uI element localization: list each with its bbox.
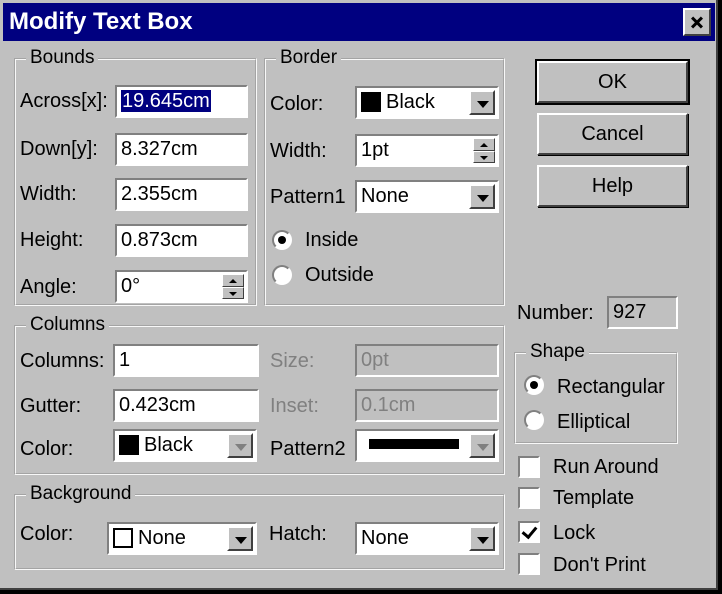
hatch-label: Hatch:	[269, 523, 327, 545]
columns-color-label: Color:	[20, 438, 74, 460]
background-color-select[interactable]: None	[107, 522, 257, 555]
outside-label[interactable]: Outside	[305, 263, 374, 287]
lock-checkbox[interactable]	[518, 521, 540, 543]
number-field: 927	[607, 296, 678, 329]
background-color-label: Color:	[20, 523, 74, 545]
width-input[interactable]: 2.355cm	[115, 178, 248, 211]
chevron-down-icon[interactable]	[469, 90, 495, 115]
columns-color-value: Black	[144, 434, 193, 456]
angle-input[interactable]: 0°	[115, 270, 248, 303]
spin-up-icon[interactable]	[222, 274, 244, 287]
pattern2-select[interactable]	[355, 429, 499, 462]
background-color-value: None	[138, 527, 186, 549]
template-checkbox[interactable]	[518, 487, 540, 509]
spin-down-icon[interactable]	[222, 286, 244, 299]
chevron-down-icon[interactable]	[227, 433, 253, 458]
columns-input[interactable]: 1	[113, 344, 259, 377]
dialog-title: Modify Text Box	[9, 8, 193, 35]
chevron-down-icon[interactable]	[227, 526, 253, 551]
background-legend: Background	[26, 483, 136, 505]
border-color-label: Color:	[270, 93, 324, 115]
across-label: Across[x]:	[20, 90, 108, 112]
border-width-value: 1pt	[361, 139, 389, 161]
columns-legend: Columns	[26, 314, 109, 336]
shape-legend: Shape	[526, 341, 589, 363]
inside-label[interactable]: Inside	[305, 228, 358, 252]
columns-color-swatch	[119, 435, 139, 455]
pattern1-value: None	[361, 185, 409, 207]
dont-print-label[interactable]: Don't Print	[553, 553, 646, 577]
chevron-down-icon[interactable]	[469, 433, 495, 458]
background-color-swatch	[113, 528, 133, 548]
elliptical-radio[interactable]	[524, 410, 544, 430]
dont-print-checkbox[interactable]	[518, 553, 540, 575]
run-around-label[interactable]: Run Around	[553, 455, 659, 479]
chevron-down-icon[interactable]	[469, 526, 495, 551]
title-bar[interactable]: Modify Text Box	[3, 3, 715, 41]
bounds-legend: Bounds	[26, 47, 99, 69]
border-width-input[interactable]: 1pt	[355, 134, 499, 167]
help-button[interactable]: Help	[537, 165, 688, 207]
pattern1-select[interactable]: None	[355, 180, 499, 213]
border-width-spinner[interactable]	[473, 138, 495, 163]
border-color-value: Black	[386, 91, 435, 113]
number-label: Number:	[517, 302, 594, 324]
ok-button[interactable]: OK	[535, 59, 690, 105]
inside-radio[interactable]	[272, 230, 292, 250]
chevron-down-icon[interactable]	[469, 184, 495, 209]
angle-label: Angle:	[20, 276, 77, 298]
across-value: 19.645cm	[121, 90, 211, 112]
down-input[interactable]: 8.327cm	[115, 133, 248, 166]
border-color-select[interactable]: Black	[355, 86, 499, 119]
template-label[interactable]: Template	[553, 486, 634, 510]
gutter-label: Gutter:	[20, 395, 82, 417]
angle-spinner[interactable]	[222, 274, 244, 299]
close-icon[interactable]	[683, 8, 711, 36]
border-width-label: Width:	[270, 140, 327, 162]
inset-label: Inset:	[270, 395, 319, 417]
across-input[interactable]: 19.645cm	[115, 85, 248, 118]
width-label: Width:	[20, 183, 77, 205]
border-color-swatch	[361, 92, 381, 112]
run-around-checkbox[interactable]	[518, 456, 540, 478]
size-label: Size:	[270, 350, 315, 372]
height-input[interactable]: 0.873cm	[115, 224, 248, 257]
pattern2-label: Pattern2	[270, 438, 346, 460]
down-label: Down[y]:	[20, 138, 98, 160]
angle-value: 0°	[121, 275, 141, 297]
pattern-line-icon	[369, 439, 459, 449]
hatch-select[interactable]: None	[355, 522, 499, 555]
outside-radio[interactable]	[272, 265, 292, 285]
columns-label: Columns:	[20, 350, 105, 372]
cancel-button[interactable]: Cancel	[537, 113, 688, 155]
height-label: Height:	[20, 229, 84, 251]
elliptical-label[interactable]: Elliptical	[557, 410, 630, 434]
spin-down-icon[interactable]	[473, 150, 495, 163]
columns-color-select[interactable]: Black	[113, 429, 257, 462]
rectangular-label[interactable]: Rectangular	[557, 375, 665, 399]
gutter-input[interactable]: 0.423cm	[113, 389, 259, 422]
rectangular-radio[interactable]	[524, 375, 544, 395]
lock-label[interactable]: Lock	[553, 521, 595, 545]
spin-up-icon[interactable]	[473, 138, 495, 151]
border-legend: Border	[276, 47, 342, 69]
pattern1-label: Pattern1	[270, 186, 346, 208]
size-input[interactable]: 0pt	[355, 344, 499, 377]
hatch-value: None	[361, 527, 409, 549]
inset-input[interactable]: 0.1cm	[355, 389, 499, 422]
modify-text-box-dialog: Modify Text Box Bounds Across[x]: 19.645…	[0, 0, 718, 590]
